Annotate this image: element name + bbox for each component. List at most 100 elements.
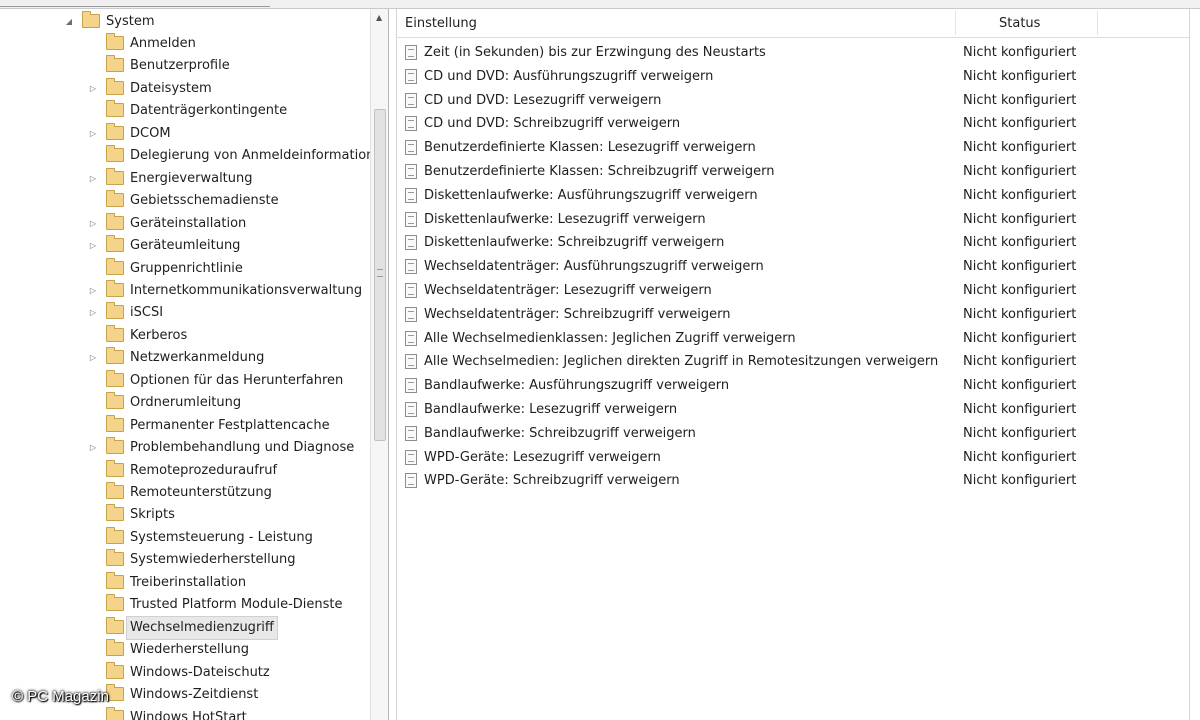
policy-tree-pane: ◢ System Anmelden Benutzerprofile ▷ Dateisy… <box>0 9 389 720</box>
policy-setting-icon <box>405 140 417 156</box>
tree-item-label: Dateisystem <box>130 80 212 96</box>
policy-setting-icon <box>405 354 417 370</box>
setting-row[interactable]: WPD-Geräte: Schreibzugriff verweigern Nic… <box>397 469 1189 492</box>
setting-row[interactable]: Alle Wechselmedienklassen: Jeglichen Zug… <box>397 327 1189 350</box>
setting-name: WPD-Geräte: Schreibzugriff verweigern <box>424 473 680 489</box>
setting-row[interactable]: Alle Wechselmedien: Jeglichen direkten Z… <box>397 350 1189 373</box>
tree-item-label: Treiberinstallation <box>130 574 247 590</box>
tree-collapsed-icon[interactable]: ▷ <box>88 78 98 100</box>
tree-item-label: Energieverwaltung <box>130 170 253 186</box>
setting-row[interactable]: Bandlaufwerke: Lesezugriff verweigern Nic… <box>397 398 1189 421</box>
folder-icon <box>106 190 124 208</box>
tree-item-label: Optionen für das Herunterfahren <box>130 372 344 388</box>
tree-item-label: Skripts <box>130 507 175 523</box>
setting-row[interactable]: Zeit (in Sekunden) bis zur Erzwingung de… <box>397 41 1189 64</box>
policy-setting-icon <box>405 425 417 441</box>
tree-collapsed-icon[interactable]: ▷ <box>88 280 98 302</box>
setting-name: Alle Wechselmedien: Jeglichen direkten Z… <box>424 354 939 370</box>
setting-row[interactable]: Benutzerdefinierte Klassen: Schreibzugri… <box>397 160 1189 183</box>
tree-item-label: iSCSI <box>130 305 164 321</box>
tree-item-label: Netzwerkanmeldung <box>130 350 265 366</box>
tree-item-label: Problembehandlung und Diagnose <box>130 440 355 456</box>
tree-item-label: Gebietsschemadienste <box>130 193 279 209</box>
tree-item-label: Internetkommunikationsverwaltung <box>130 282 363 298</box>
column-header-status[interactable]: Status <box>999 9 1040 37</box>
tree-collapsed-icon[interactable]: ▷ <box>88 235 98 257</box>
folder-icon <box>106 302 124 320</box>
policy-setting-icon <box>405 45 417 60</box>
tree-item-label: Windows HotStart <box>130 709 247 720</box>
tree-item-label: Windows-Dateischutz <box>130 664 270 680</box>
folder-icon <box>106 549 124 567</box>
setting-row[interactable]: WPD-Geräte: Lesezugriff verweigern Nicht … <box>397 446 1189 469</box>
folder-icon <box>106 33 124 50</box>
tree-expanded-icon[interactable]: ◢ <box>64 11 74 33</box>
policy-setting-icon <box>405 92 417 108</box>
setting-status: Nicht konfiguriert <box>963 473 1077 489</box>
folder-icon <box>106 279 124 297</box>
folder-icon <box>106 55 124 73</box>
setting-name: Diskettenlaufwerke: Ausführungszugriff v… <box>424 187 758 203</box>
folder-icon <box>106 482 124 499</box>
setting-status: Nicht konfiguriert <box>963 449 1077 465</box>
setting-name: CD und DVD: Schreibzugriff verweigern <box>424 116 681 132</box>
setting-name: Diskettenlaufwerke: Lesezugriff verweige… <box>424 211 706 227</box>
setting-row[interactable]: Bandlaufwerke: Ausführungszugriff verwei… <box>397 374 1189 397</box>
policy-setting-icon <box>405 306 417 322</box>
scrollbar-grip <box>377 269 383 277</box>
setting-row[interactable]: CD und DVD: Schreibzugriff verweigern Nic… <box>397 112 1189 135</box>
tree-item-label: Delegierung von Anmeldeinformationen <box>130 148 389 164</box>
setting-row[interactable]: Diskettenlaufwerke: Ausführungszugriff v… <box>397 184 1189 207</box>
tree-collapsed-icon[interactable]: ▷ <box>88 302 98 324</box>
folder-icon <box>106 706 124 720</box>
folder-icon <box>106 437 124 455</box>
setting-row[interactable]: Wechseldatenträger: Schreibzugriff verwe… <box>397 303 1189 326</box>
setting-row[interactable]: Diskettenlaufwerke: Schreibzugriff verwe… <box>397 231 1189 254</box>
folder-icon <box>106 369 124 387</box>
window-top-edge <box>0 0 1200 9</box>
setting-row[interactable]: Benutzerdefinierte Klassen: Lesezugriff … <box>397 136 1189 159</box>
column-header-name[interactable]: Einstellung <box>405 9 477 37</box>
folder-icon <box>106 392 124 410</box>
setting-status: Nicht konfiguriert <box>963 92 1077 108</box>
folder-icon <box>106 639 124 657</box>
folder-icon <box>106 571 124 589</box>
setting-name: Wechseldatenträger: Ausführungszugriff v… <box>424 259 764 275</box>
tree-collapsed-icon[interactable]: ▷ <box>88 347 98 369</box>
tree-item-label: Datenträgerkontingente <box>130 103 288 119</box>
tree-item-label: DCOM <box>130 125 171 141</box>
setting-name: Alle Wechselmedienklassen: Jeglichen Zug… <box>424 330 796 346</box>
policy-setting-icon <box>405 235 417 251</box>
tree-collapsed-icon[interactable]: ▷ <box>88 168 98 190</box>
scroll-up-icon[interactable]: ▲ <box>376 13 382 22</box>
watermark: © PC Magazin <box>12 688 109 705</box>
tree-collapsed-icon[interactable]: ▷ <box>88 437 98 459</box>
setting-row[interactable]: Bandlaufwerke: Schreibzugriff verweigern… <box>397 422 1189 445</box>
folder-icon <box>106 616 124 634</box>
setting-status: Nicht konfiguriert <box>963 68 1077 84</box>
setting-name: Zeit (in Sekunden) bis zur Erzwingung de… <box>424 45 766 60</box>
column-separator[interactable] <box>955 11 956 35</box>
setting-row[interactable]: Wechseldatenträger: Lesezugriff verweige… <box>397 279 1189 302</box>
tree-scrollbar[interactable]: ▲ <box>370 9 388 720</box>
column-separator[interactable] <box>1097 11 1098 35</box>
setting-row[interactable]: CD und DVD: Ausführungszugriff verweiger… <box>397 65 1189 88</box>
setting-row[interactable]: Wechseldatenträger: Ausführungszugriff v… <box>397 255 1189 278</box>
setting-name: Bandlaufwerke: Ausführungszugriff verwei… <box>424 378 730 394</box>
tree-collapsed-icon[interactable]: ▷ <box>88 123 98 145</box>
folder-icon <box>106 257 124 275</box>
setting-name: WPD-Geräte: Lesezugriff verweigern <box>424 449 661 465</box>
folder-icon <box>82 11 100 28</box>
setting-name: Benutzerdefinierte Klassen: Lesezugriff … <box>424 140 756 156</box>
setting-row[interactable]: Diskettenlaufwerke: Lesezugriff verweige… <box>397 208 1189 231</box>
policy-setting-icon <box>405 164 417 179</box>
setting-row[interactable]: CD und DVD: Lesezugriff verweigern Nicht … <box>397 89 1189 112</box>
folder-icon <box>106 122 124 140</box>
tree-item-label: System <box>106 14 155 29</box>
tree-item-label: Windows-Zeitdienst <box>130 687 259 703</box>
folder-icon <box>106 459 124 477</box>
policy-setting-icon <box>405 473 417 489</box>
tree-collapsed-icon[interactable]: ▷ <box>88 213 98 235</box>
tree-item-label: Wiederherstellung <box>130 642 249 658</box>
tree-item-label: Ordnerumleitung <box>130 395 242 411</box>
